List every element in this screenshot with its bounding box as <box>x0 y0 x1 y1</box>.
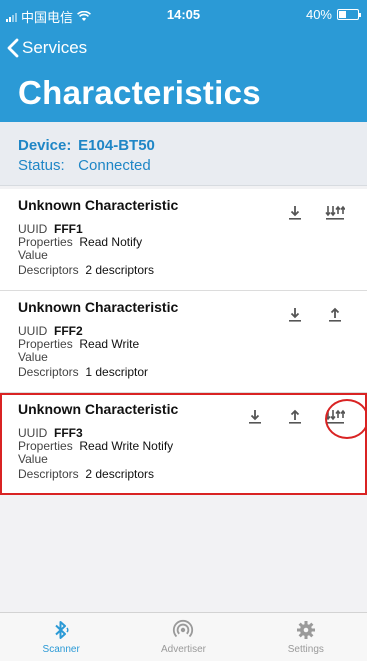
uuid-value: FFF2 <box>54 324 83 338</box>
notify-button[interactable] <box>315 201 355 225</box>
uuid-label: UUID <box>18 222 48 236</box>
characteristic-card[interactable]: Unknown Characteristic UUID FFF1 Propertie… <box>0 189 367 291</box>
characteristic-name: Unknown Characteristic <box>18 299 179 315</box>
write-icon <box>328 307 342 323</box>
uuid-label: UUID <box>18 426 48 440</box>
write-icon <box>288 409 302 425</box>
back-button[interactable]: Services <box>6 38 87 58</box>
back-label: Services <box>22 38 88 57</box>
characteristic-name: Unknown Characteristic <box>18 401 179 417</box>
chevron-left-icon <box>7 38 19 58</box>
characteristic-list: Unknown Characteristic UUID FFF1 Propertie… <box>0 189 367 495</box>
descriptors-value: 2 descriptors <box>85 467 155 481</box>
characteristic-actions <box>275 201 355 225</box>
properties-label: Properties <box>18 235 73 249</box>
value-label: Value <box>18 350 48 364</box>
notify-icon <box>325 205 345 221</box>
descriptors-label: Descriptors <box>18 365 79 379</box>
uuid-row: UUID FFF1 <box>18 222 83 236</box>
properties-label: Properties <box>18 337 73 351</box>
characteristic-actions <box>235 399 367 439</box>
page-title: Characteristics <box>18 74 261 111</box>
properties-row: Properties Read Notify <box>18 235 142 249</box>
read-icon <box>288 205 302 221</box>
descriptors-row: Descriptors 1 descriptor <box>18 365 148 379</box>
battery-icon <box>337 9 361 20</box>
descriptors-label: Descriptors <box>18 467 79 481</box>
properties-row: Properties Read Write Notify <box>18 439 173 453</box>
properties-label: Properties <box>18 439 73 453</box>
header: 中国电信 14:05 40% Services Characteristics <box>0 0 367 122</box>
tab-settings[interactable]: Settings <box>245 613 367 661</box>
connection-status: Connected <box>78 157 151 174</box>
properties-value: Read Write <box>79 337 140 351</box>
tab-advertiser[interactable]: Advertiser <box>122 613 244 661</box>
notify-icon <box>325 409 345 425</box>
write-button[interactable] <box>275 405 315 429</box>
notify-button[interactable] <box>315 399 367 439</box>
value-label: Value <box>18 452 48 466</box>
tab-scanner[interactable]: Scanner <box>0 613 122 661</box>
device-info: Device: E104-BT50 Status: Connected <box>0 122 367 186</box>
descriptors-row: Descriptors 2 descriptors <box>18 263 154 277</box>
value-label: Value <box>18 248 48 262</box>
tab-scanner-label: Scanner <box>42 644 80 655</box>
descriptors-label: Descriptors <box>18 263 79 277</box>
read-button[interactable] <box>275 201 315 225</box>
uuid-value: FFF3 <box>54 426 83 440</box>
read-button[interactable] <box>275 303 315 327</box>
status-key: Status: <box>18 157 65 174</box>
uuid-label: UUID <box>18 324 48 338</box>
descriptors-value: 2 descriptors <box>85 263 155 277</box>
device-key: Device: <box>18 137 72 154</box>
device-name: E104-BT50 <box>78 137 155 154</box>
characteristic-actions <box>275 303 355 327</box>
read-icon <box>248 409 262 425</box>
descriptors-value: 1 descriptor <box>85 365 149 379</box>
properties-value: Read Notify <box>79 235 143 249</box>
descriptors-row: Descriptors 2 descriptors <box>18 467 154 481</box>
write-button[interactable] <box>315 303 355 327</box>
characteristic-card[interactable]: Unknown Characteristic UUID FFF3 Propertie… <box>0 393 367 495</box>
status-bar: 中国电信 14:05 40% <box>0 0 367 28</box>
broadcast-icon <box>173 619 194 638</box>
characteristic-card[interactable]: Unknown Characteristic UUID FFF2 Propertie… <box>0 291 367 393</box>
characteristic-name: Unknown Characteristic <box>18 197 179 213</box>
bluetooth-icon <box>55 621 69 639</box>
uuid-row: UUID FFF2 <box>18 324 83 338</box>
read-button[interactable] <box>235 405 275 429</box>
uuid-row: UUID FFF3 <box>18 426 83 440</box>
properties-row: Properties Read Write <box>18 337 139 351</box>
uuid-value: FFF1 <box>54 222 83 236</box>
read-icon <box>288 307 302 323</box>
properties-value: Read Write Notify <box>79 439 174 453</box>
gear-icon <box>296 621 315 639</box>
tab-advertiser-label: Advertiser <box>160 644 206 655</box>
tab-settings-label: Settings <box>287 644 324 655</box>
battery-percent: 40% <box>305 7 332 22</box>
tab-bar: Scanner Advertiser Settings <box>0 612 367 661</box>
